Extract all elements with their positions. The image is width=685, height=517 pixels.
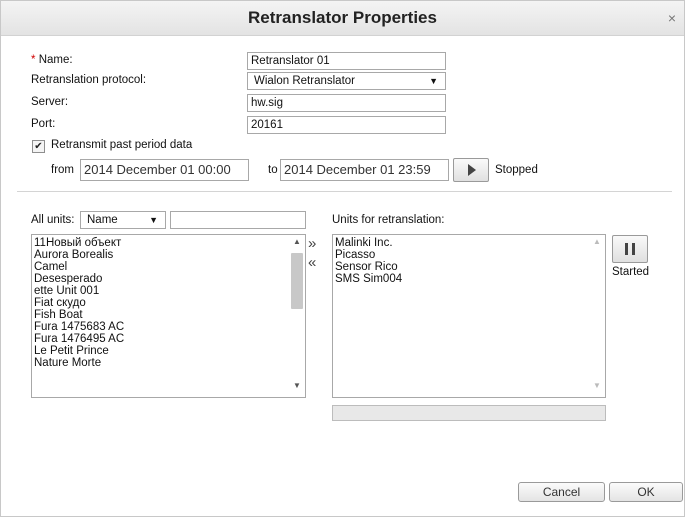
dialog-titlebar: Retranslator Properties × xyxy=(1,1,684,36)
retranslation-units-label: Units for retranslation: xyxy=(332,214,445,226)
all-units-list[interactable]: 11Новый объект Aurora Borealis Camel Desesp… xyxy=(31,234,306,398)
scrollbar-thumb[interactable] xyxy=(291,253,303,309)
retransmit-label: Retransmit past period data xyxy=(51,139,193,151)
retranslation-units-scrollbar[interactable]: ▲ ▼ xyxy=(589,235,605,397)
play-icon xyxy=(468,164,476,176)
all-units-scrollbar[interactable]: ▲ ▼ xyxy=(289,235,305,397)
pause-icon xyxy=(632,243,635,255)
name-label: * Name: xyxy=(31,54,73,66)
scroll-down-icon[interactable]: ▼ xyxy=(589,381,605,395)
list-item[interactable]: Le Petit Prince xyxy=(34,345,124,357)
list-item[interactable]: Fura 1475683 AC xyxy=(34,321,124,333)
filter-field-select[interactable]: Name ▼ xyxy=(80,211,166,229)
scroll-up-icon[interactable]: ▲ xyxy=(589,237,605,251)
close-icon[interactable]: × xyxy=(668,10,676,26)
period-status: Stopped xyxy=(495,164,538,176)
retranslator-status: Started xyxy=(612,266,650,278)
protocol-select-value: Wialon Retranslator xyxy=(254,75,355,87)
list-item[interactable]: Nature Morte xyxy=(34,357,124,369)
play-button[interactable] xyxy=(453,158,489,182)
remove-units-button[interactable]: « xyxy=(308,255,316,270)
add-units-button[interactable]: » xyxy=(308,236,316,251)
cancel-button[interactable]: Cancel xyxy=(518,482,605,502)
list-item[interactable]: 11Новый объект xyxy=(34,237,124,249)
list-item[interactable]: Fish Boat xyxy=(34,309,124,321)
from-date-input[interactable]: 2014 December 01 00:00 xyxy=(80,159,249,181)
list-item[interactable]: Malinki Inc. xyxy=(335,237,402,249)
server-label: Server: xyxy=(31,96,69,108)
pause-icon xyxy=(625,243,628,255)
port-label: Port: xyxy=(31,118,56,130)
to-label: to xyxy=(268,164,278,176)
list-item[interactable]: ette Unit 001 xyxy=(34,285,124,297)
name-label-text: Name: xyxy=(38,54,73,66)
list-item[interactable]: Fura 1476495 AC xyxy=(34,333,124,345)
retranslator-properties-dialog: Retranslator Properties × * Name: Retran… xyxy=(0,0,685,517)
retranslation-progress-bar xyxy=(332,405,606,421)
units-search-input[interactable] xyxy=(170,211,306,229)
pause-button[interactable] xyxy=(612,235,648,263)
scroll-up-icon[interactable]: ▲ xyxy=(289,237,305,251)
protocol-select[interactable]: Wialon Retranslator ▼ xyxy=(247,72,446,90)
required-mark: * xyxy=(31,54,36,66)
list-item[interactable]: Sensor Rico xyxy=(335,261,402,273)
list-item[interactable]: Camel xyxy=(34,261,124,273)
from-label: from xyxy=(51,164,74,176)
filter-field-value: Name xyxy=(87,214,118,226)
ok-button[interactable]: OK xyxy=(609,482,683,502)
list-item[interactable]: Fiat скудо xyxy=(34,297,124,309)
list-item[interactable]: Aurora Borealis xyxy=(34,249,124,261)
list-item[interactable]: Desesperado xyxy=(34,273,124,285)
name-input[interactable]: Retranslator 01 xyxy=(247,52,446,70)
section-divider xyxy=(17,191,672,192)
chevron-down-icon: ▼ xyxy=(429,76,438,86)
retranslation-units-items: Malinki Inc. Picasso Sensor Rico SMS Sim004 xyxy=(335,237,402,285)
server-input[interactable]: hw.sig xyxy=(247,94,446,112)
port-input[interactable]: 20161 xyxy=(247,116,446,134)
chevron-down-icon: ▼ xyxy=(149,215,158,225)
list-item[interactable]: Picasso xyxy=(335,249,402,261)
to-date-input[interactable]: 2014 December 01 23:59 xyxy=(280,159,449,181)
scroll-down-icon[interactable]: ▼ xyxy=(289,381,305,395)
retransmit-checkbox[interactable]: ✔ xyxy=(32,140,45,153)
list-item[interactable]: SMS Sim004 xyxy=(335,273,402,285)
retranslation-units-list[interactable]: Malinki Inc. Picasso Sensor Rico SMS Sim004… xyxy=(332,234,606,398)
protocol-label: Retranslation protocol: xyxy=(31,74,147,86)
all-units-label: All units: xyxy=(31,214,75,226)
dialog-title: Retranslator Properties xyxy=(248,8,437,27)
all-units-items: 11Новый объект Aurora Borealis Camel Desesp… xyxy=(34,237,124,369)
